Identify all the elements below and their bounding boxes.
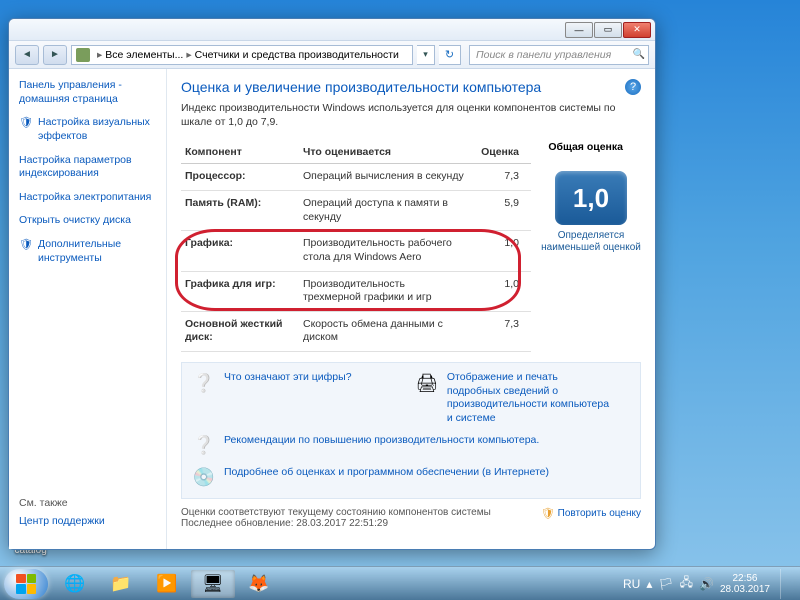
performance-table: Компонент Что оценивается Оценка Процесс… <box>181 141 531 352</box>
repeat-assessment-link[interactable]: Повторить оценку <box>541 507 641 520</box>
sidebar-indexing[interactable]: Настройка параметров индексирования <box>19 154 156 181</box>
control-panel-icon <box>76 48 90 62</box>
control-panel-window: — ▭ ✕ ◄ ► ▸ Все элементы... ▸ Счетчики и… <box>8 18 656 550</box>
sidebar-power[interactable]: Настройка электропитания <box>19 191 156 205</box>
overall-score-value: 1,0 <box>555 171 627 225</box>
help-icon[interactable]: ? <box>625 79 641 95</box>
tray-time: 22:56 <box>720 573 770 584</box>
titlebar: — ▭ ✕ <box>9 19 655 41</box>
maximize-button[interactable]: ▭ <box>594 22 622 38</box>
overall-score-caption: Определяется наименьшей оценкой <box>541 230 641 254</box>
sidebar-seealso: См. также <box>19 497 156 509</box>
links-section: ❔ Что означают эти цифры? 🖨 Отображение … <box>181 362 641 499</box>
content-pane: ? Оценка и увеличение производительности… <box>167 69 655 549</box>
search-input[interactable]: Поиск в панели управления <box>469 45 649 65</box>
footer-info: Оценки соответствуют текущему состоянию … <box>181 507 641 529</box>
breadcrumb-part1[interactable]: Все элементы... <box>105 49 183 61</box>
shield-icon: 🛡 <box>19 238 33 252</box>
table-row: Память (RAM):Операций доступа к памяти в… <box>181 190 531 230</box>
col-component: Компонент <box>181 141 299 164</box>
sidebar: Панель управления - домашняя страница 🛡Н… <box>9 69 167 549</box>
link-learn-more[interactable]: 💿 Подробнее об оценках и программном обе… <box>190 466 632 490</box>
table-row: Графика:Производительность рабочего стол… <box>181 231 531 271</box>
search-placeholder: Поиск в панели управления <box>476 49 611 61</box>
sidebar-visual-effects[interactable]: 🛡Настройка визуальных эффектов <box>19 116 156 143</box>
network-icon[interactable]: 🖧 <box>680 573 693 594</box>
taskbar-ie[interactable]: 🌐 <box>53 570 97 598</box>
tray-date: 28.03.2017 <box>720 584 770 595</box>
col-score: Оценка <box>469 141 531 164</box>
breadcrumb-dropdown[interactable]: ▾ <box>417 45 435 65</box>
help-icon: ❔ <box>190 434 218 458</box>
breadcrumb[interactable]: ▸ Все элементы... ▸ Счетчики и средства … <box>71 45 413 65</box>
link-print-info[interactable]: 🖨 Отображение и печать подробных сведени… <box>413 371 612 426</box>
link-what-numbers[interactable]: ❔ Что означают эти цифры? <box>190 371 389 426</box>
show-desktop-button[interactable] <box>780 569 790 599</box>
software-icon: 💿 <box>190 466 218 490</box>
breadcrumb-part2[interactable]: Счетчики и средства производительности <box>195 49 399 61</box>
toolbar: ◄ ► ▸ Все элементы... ▸ Счетчики и средс… <box>9 41 655 69</box>
shield-icon: 🛡 <box>19 116 33 130</box>
breadcrumb-sep: ▸ <box>186 49 191 61</box>
page-title: Оценка и увеличение производительности к… <box>181 79 641 95</box>
breadcrumb-sep: ▸ <box>97 49 102 61</box>
start-button[interactable] <box>4 569 48 599</box>
overall-score-panel: Общая оценка 1,0 Определяется наименьшей… <box>541 141 641 352</box>
tray-lang[interactable]: RU <box>623 577 640 591</box>
refresh-button[interactable]: ↻ <box>439 45 461 65</box>
sidebar-disk-cleanup[interactable]: Открыть очистку диска <box>19 214 156 228</box>
taskbar-mediaplayer[interactable]: ▶️ <box>145 570 189 598</box>
taskbar: 🌐 📁 ▶️ 🖥 🦊 RU ▴ 🏳 🖧 🔊 22:56 28.03.2017 <box>0 566 800 600</box>
help-icon: ❔ <box>190 371 218 395</box>
printer-icon: 🖨 <box>413 371 441 395</box>
table-row: Основной жесткий диск:Скорость обмена да… <box>181 311 531 351</box>
taskbar-control-panel[interactable]: 🖥 <box>191 570 235 598</box>
back-button[interactable]: ◄ <box>15 45 39 65</box>
taskbar-explorer[interactable]: 📁 <box>99 570 143 598</box>
col-what: Что оценивается <box>299 141 469 164</box>
window-body: Панель управления - домашняя страница 🛡Н… <box>9 69 655 549</box>
forward-button[interactable]: ► <box>43 45 67 65</box>
sidebar-support-center[interactable]: Центр поддержки <box>19 515 156 529</box>
windows-logo-icon <box>16 574 36 594</box>
link-recommendations[interactable]: ❔ Рекомендации по повышению производител… <box>190 434 632 458</box>
sidebar-additional-tools[interactable]: 🛡Дополнительные инструменты <box>19 238 156 265</box>
flag-icon[interactable]: 🏳 <box>658 577 673 591</box>
tray-clock[interactable]: 22:56 28.03.2017 <box>720 573 770 595</box>
tray-show-hidden[interactable]: ▴ <box>646 577 652 591</box>
performance-layout: Компонент Что оценивается Оценка Процесс… <box>181 141 641 352</box>
overall-header: Общая оценка <box>548 141 623 153</box>
minimize-button[interactable]: — <box>565 22 593 38</box>
system-tray: RU ▴ 🏳 🖧 🔊 22:56 28.03.2017 <box>623 569 796 599</box>
sidebar-home[interactable]: Панель управления - домашняя страница <box>19 79 156 106</box>
close-button[interactable]: ✕ <box>623 22 651 38</box>
footer-status: Оценки соответствуют текущему состоянию … <box>181 507 491 518</box>
taskbar-firefox[interactable]: 🦊 <box>237 570 281 598</box>
footer-last-update: Последнее обновление: 28.03.2017 22:51:2… <box>181 518 491 529</box>
table-row: Графика для игр:Производительность трехм… <box>181 271 531 311</box>
table-row: Процессор:Операций вычисления в секунду7… <box>181 164 531 191</box>
page-description: Индекс производительности Windows исполь… <box>181 101 641 129</box>
volume-icon[interactable]: 🔊 <box>699 577 714 591</box>
